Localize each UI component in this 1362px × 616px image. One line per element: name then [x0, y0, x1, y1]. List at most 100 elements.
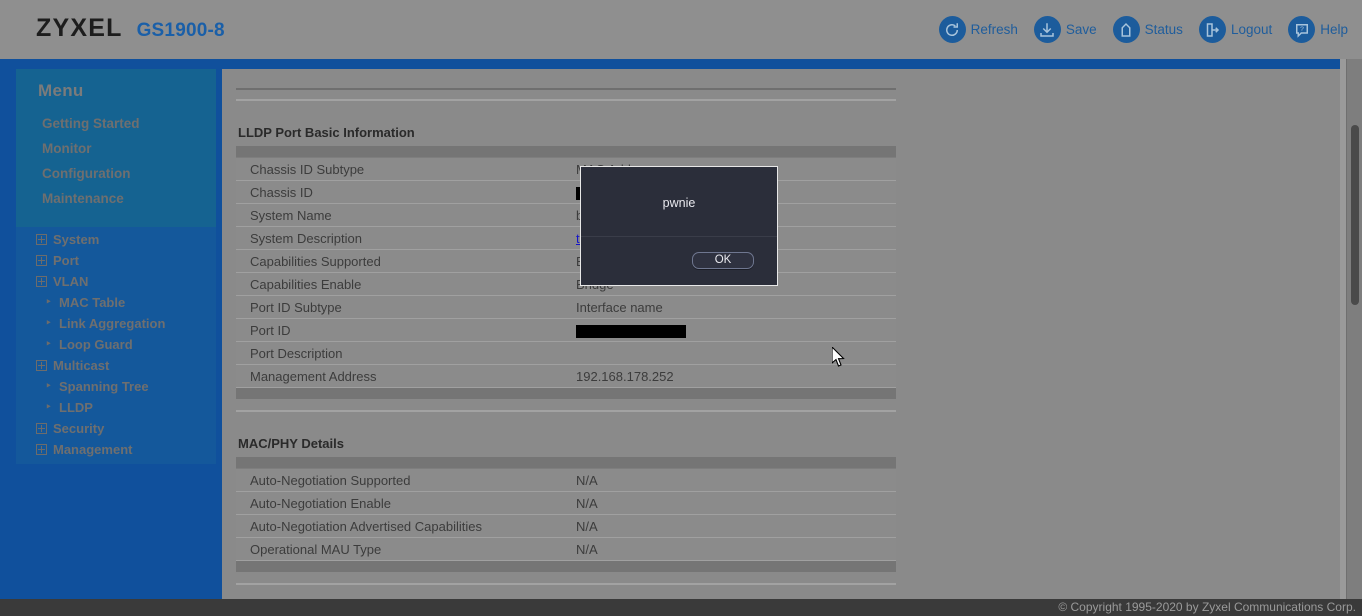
- table-row: Chassis ID: [236, 181, 896, 204]
- redaction-bar: [576, 325, 686, 338]
- sidebar-item-system[interactable]: System: [16, 229, 216, 250]
- row-key: Chassis ID: [236, 181, 566, 204]
- table-row: Auto-Negotiation Supported N/A: [236, 469, 896, 492]
- dialog-ok-button[interactable]: OK: [692, 252, 754, 269]
- sidebar-item-link-aggregation[interactable]: ‣ Link Aggregation: [16, 313, 216, 334]
- bullet-arrow-icon: ‣: [44, 382, 53, 391]
- status-icon: [1113, 16, 1140, 43]
- sidebar-item-label: VLAN: [53, 273, 88, 290]
- status-label: Status: [1145, 22, 1183, 37]
- divider-after-section-2: [236, 583, 896, 585]
- dialog-message: pwnie: [581, 196, 777, 210]
- app-header: ZYXEL GS1900-8 Refresh: [0, 0, 1362, 59]
- expand-plus-icon[interactable]: [36, 276, 47, 287]
- table-row: Chassis ID Subtype MAC Address: [236, 158, 896, 181]
- refresh-label: Refresh: [971, 22, 1018, 37]
- table-row: Port ID Subtype Interface name: [236, 296, 896, 319]
- sidebar-item-security[interactable]: Security: [16, 418, 216, 439]
- divider-top-dark: [236, 88, 896, 90]
- table-lldp-port-basic-information: Chassis ID Subtype MAC Address Chassis I…: [236, 146, 896, 399]
- logout-icon: [1199, 16, 1226, 43]
- table-row: System Description test: [236, 227, 896, 250]
- table-footer-bar: [236, 388, 896, 400]
- logout-button[interactable]: Logout: [1199, 16, 1272, 43]
- menu-title: Menu: [16, 81, 216, 111]
- divider-top-light: [236, 99, 896, 101]
- refresh-icon: [939, 16, 966, 43]
- refresh-button[interactable]: Refresh: [939, 16, 1018, 43]
- sidebar-item-label: Management: [53, 441, 132, 458]
- sidebar-menu-panel: Menu Getting Started Monitor Configurati…: [16, 69, 216, 464]
- help-button[interactable]: ? Help: [1288, 16, 1348, 43]
- sidebar-item-vlan[interactable]: VLAN: [16, 271, 216, 292]
- table-row: Management Address 192.168.178.252: [236, 365, 896, 388]
- sidebar-item-configuration[interactable]: Configuration: [16, 161, 216, 186]
- expand-plus-icon[interactable]: [36, 360, 47, 371]
- sidebar-item-port[interactable]: Port: [16, 250, 216, 271]
- row-key: Management Address: [236, 365, 566, 388]
- expand-plus-icon[interactable]: [36, 234, 47, 245]
- expand-plus-icon[interactable]: [36, 444, 47, 455]
- table-row: Capabilities Enable Bridge: [236, 273, 896, 296]
- sidebar-item-label: Link Aggregation: [59, 315, 165, 332]
- divider-after-section-1: [236, 410, 896, 412]
- row-key: Chassis ID Subtype: [236, 158, 566, 181]
- table-row: System Name basalt: [236, 204, 896, 227]
- help-icon: ?: [1288, 16, 1315, 43]
- sidebar-tree: System Port VLAN ‣ MAC Table ‣ Link Aggr…: [16, 227, 216, 464]
- logout-label: Logout: [1231, 22, 1272, 37]
- row-value: N/A: [566, 492, 896, 515]
- sidebar-item-label: Port: [53, 252, 79, 269]
- svg-text:?: ?: [1300, 25, 1304, 32]
- status-button[interactable]: Status: [1113, 16, 1183, 43]
- row-key: System Description: [236, 227, 566, 250]
- sidebar-item-label: LLDP: [59, 399, 93, 416]
- save-icon: [1034, 16, 1061, 43]
- table-footer-bar: [236, 561, 896, 573]
- row-key: Auto-Negotiation Advertised Capabilities: [236, 515, 566, 538]
- zyxel-logo: ZYXEL: [36, 14, 123, 43]
- device-model: GS1900-8: [137, 20, 225, 42]
- sidebar-item-monitor[interactable]: Monitor: [16, 136, 216, 161]
- sidebar-item-maintenance[interactable]: Maintenance: [16, 186, 216, 211]
- table-row: Operational MAU Type N/A: [236, 538, 896, 561]
- alert-dialog: pwnie OK: [580, 166, 778, 286]
- sidebar-item-label: Multicast: [53, 357, 109, 374]
- table-row: Capabilities Supported Bridge: [236, 250, 896, 273]
- table-header-bar: [236, 457, 896, 469]
- row-key: Operational MAU Type: [236, 538, 566, 561]
- row-value: [566, 342, 896, 365]
- table-header-bar: [236, 146, 896, 158]
- vertical-scrollbar[interactable]: [1346, 59, 1362, 600]
- save-button[interactable]: Save: [1034, 16, 1097, 43]
- scrollbar-thumb[interactable]: [1351, 125, 1359, 305]
- row-key: Port ID Subtype: [236, 296, 566, 319]
- sidebar-menu-head: Menu Getting Started Monitor Configurati…: [16, 69, 216, 227]
- bullet-arrow-icon: ‣: [44, 298, 53, 307]
- sidebar-item-management[interactable]: Management: [16, 439, 216, 460]
- row-key: Auto-Negotiation Enable: [236, 492, 566, 515]
- sidebar-item-mac-table[interactable]: ‣ MAC Table: [16, 292, 216, 313]
- row-value: N/A: [566, 515, 896, 538]
- sidebar-item-label: MAC Table: [59, 294, 125, 311]
- row-value: Interface name: [566, 296, 896, 319]
- section-title-mac-phy: MAC/PHY Details: [238, 436, 1340, 451]
- sidebar-item-multicast[interactable]: Multicast: [16, 355, 216, 376]
- save-label: Save: [1066, 22, 1097, 37]
- sidebar-item-lldp[interactable]: ‣ LLDP: [16, 397, 216, 418]
- main-content: LLDP Port Basic Information Chassis ID S…: [222, 69, 1340, 600]
- sidebar-item-getting-started[interactable]: Getting Started: [16, 111, 216, 136]
- expand-plus-icon[interactable]: [36, 423, 47, 434]
- expand-plus-icon[interactable]: [36, 255, 47, 266]
- sidebar-item-label: Security: [53, 420, 104, 437]
- section-title-lldp-basic: LLDP Port Basic Information: [238, 125, 1340, 140]
- sidebar-item-spanning-tree[interactable]: ‣ Spanning Tree: [16, 376, 216, 397]
- row-key: Auto-Negotiation Supported: [236, 469, 566, 492]
- row-key: Capabilities Enable: [236, 273, 566, 296]
- dialog-separator: [581, 236, 777, 237]
- table-row: Port ID: [236, 319, 896, 342]
- sidebar-item-loop-guard[interactable]: ‣ Loop Guard: [16, 334, 216, 355]
- row-key: System Name: [236, 204, 566, 227]
- help-label: Help: [1320, 22, 1348, 37]
- table-row: Auto-Negotiation Advertised Capabilities…: [236, 515, 896, 538]
